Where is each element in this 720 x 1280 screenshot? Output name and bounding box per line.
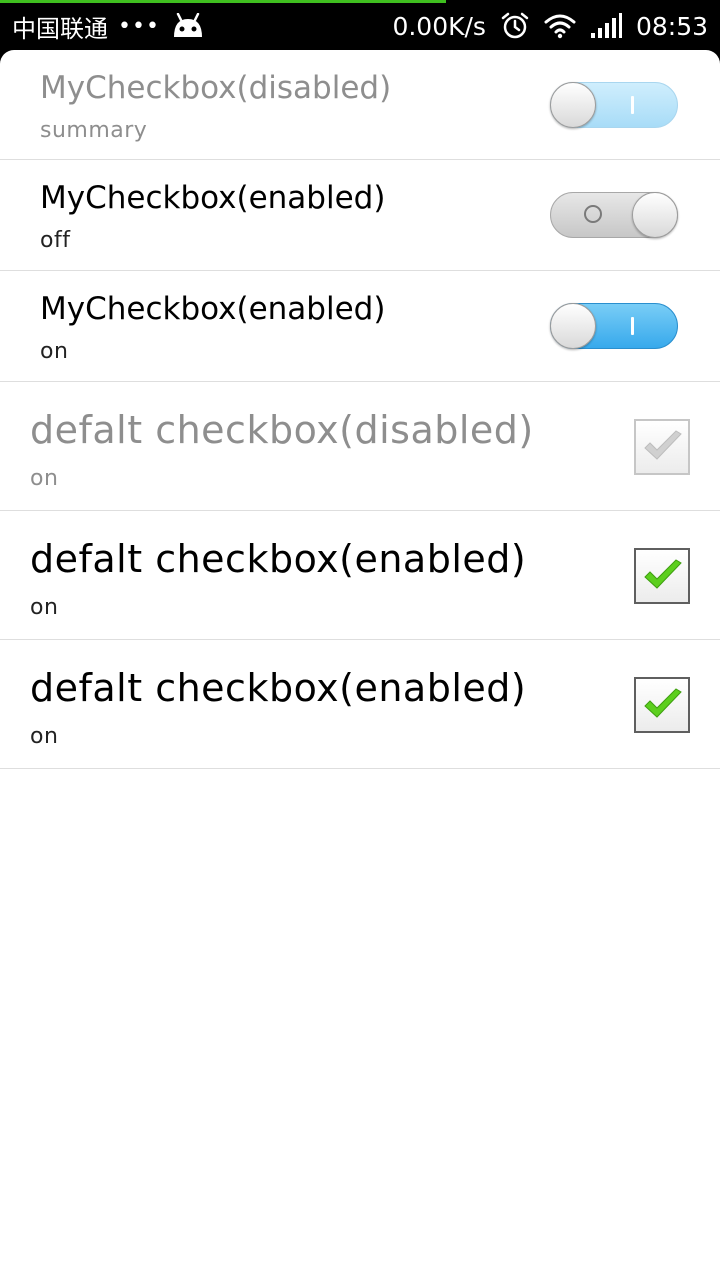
checkbox-preference-enabled[interactable]: defalt checkbox(enabled) on [0, 511, 720, 640]
switch-on-mark-icon [631, 96, 634, 114]
switch-preference-disabled: MyCheckbox(disabled) summary [0, 50, 720, 160]
more-notifications-dots: ••• [118, 13, 160, 39]
switch-knob [550, 82, 596, 128]
switch-preference-off[interactable]: MyCheckbox(enabled) off [0, 160, 720, 271]
android-icon [170, 13, 206, 39]
checkmark-icon [644, 688, 682, 718]
checkbox-preference-disabled: defalt checkbox(disabled) on [0, 382, 720, 511]
checkbox[interactable] [634, 677, 690, 733]
toggle-switch [550, 82, 678, 128]
clock-time: 08:53 [635, 11, 708, 41]
status-bar: 中国联通 ••• 0.00K/s 08:53 [0, 0, 720, 50]
preference-summary: on [30, 724, 59, 749]
preference-title: defalt checkbox(disabled) [30, 408, 534, 452]
switch-on-mark-icon [631, 317, 634, 335]
preference-title: defalt checkbox(enabled) [30, 537, 527, 581]
checkbox-preference-enabled[interactable]: defalt checkbox(enabled) on [0, 640, 720, 769]
preference-title: MyCheckbox(disabled) [40, 70, 392, 106]
alarm-icon [500, 11, 530, 41]
carrier-name: 中国联通 [12, 14, 108, 43]
preference-title: MyCheckbox(enabled) [40, 180, 386, 216]
toggle-switch[interactable] [550, 303, 678, 349]
toggle-switch[interactable] [550, 192, 678, 238]
preference-title: MyCheckbox(enabled) [40, 291, 386, 327]
network-speed: 0.00K/s [392, 11, 486, 41]
preferences-list: MyCheckbox(disabled) summary MyCheckbox(… [0, 50, 720, 1280]
checkmark-icon [644, 559, 682, 589]
switch-off-mark-icon [584, 205, 602, 223]
preference-summary: on [30, 466, 59, 491]
preference-summary: summary [40, 118, 148, 143]
switch-preference-on[interactable]: MyCheckbox(enabled) on [0, 271, 720, 382]
preference-summary: on [40, 339, 69, 364]
download-progress-bar [0, 0, 447, 3]
checkbox[interactable] [634, 548, 690, 604]
checkmark-icon [644, 430, 682, 460]
signal-icon [590, 13, 622, 39]
preference-summary: on [30, 595, 59, 620]
preference-summary: off [40, 228, 71, 253]
wifi-icon [544, 13, 576, 39]
checkbox [634, 419, 690, 475]
switch-knob[interactable] [632, 192, 678, 238]
switch-knob[interactable] [550, 303, 596, 349]
preference-title: defalt checkbox(enabled) [30, 666, 527, 710]
